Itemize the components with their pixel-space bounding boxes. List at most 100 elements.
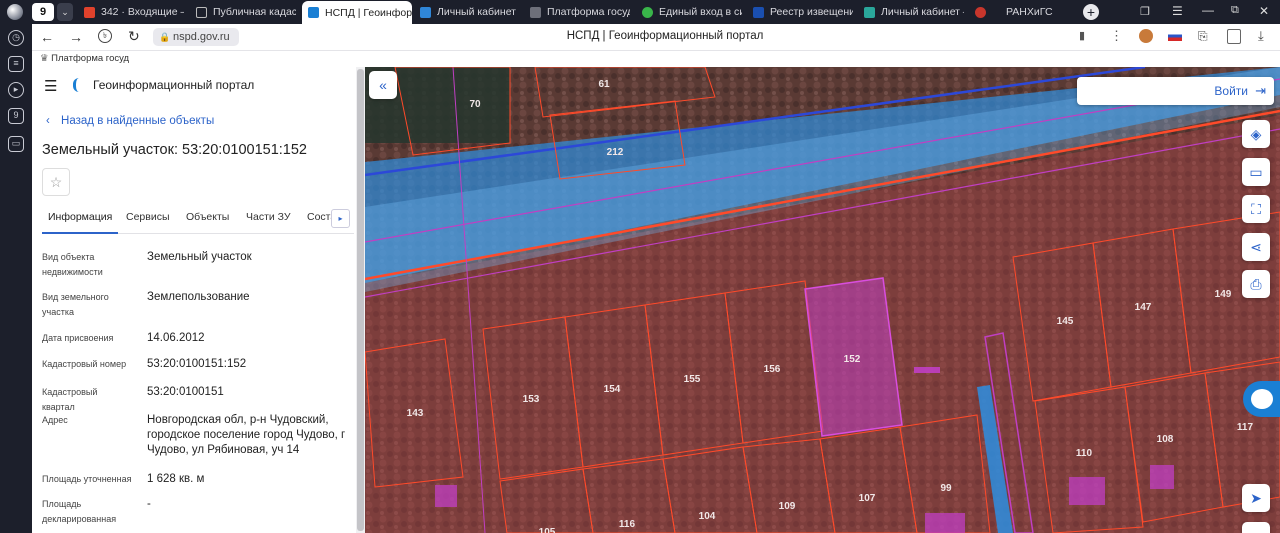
back-link-label: Назад в найденные объекты — [61, 115, 215, 127]
tabs-dropdown-icon[interactable]: ⌄ — [57, 3, 73, 21]
portal-title: Геоинформационный портал — [93, 78, 255, 92]
tab-count-badge[interactable]: 9 — [32, 3, 54, 21]
parcel-label: 61 — [598, 79, 610, 90]
layers-icon: ◈ — [1250, 125, 1262, 142]
tab-single-entry[interactable]: Единый вход в систе — [642, 2, 742, 22]
browser-tab-bar: 9 ⌄ 342 · Входящие — Я Публичная кадастр… — [0, 0, 1280, 24]
object-title: Земельный участок: 53:20:0100151:152 — [42, 142, 307, 158]
close-window-icon[interactable]: ✕ — [1259, 4, 1269, 18]
chevron-left-icon: ‹ — [46, 115, 50, 127]
chat-support-button[interactable] — [1243, 381, 1280, 417]
browser-side-rail: ◷ ≡ ▸ 9 ▭ — [0, 24, 32, 533]
zoom-button[interactable] — [1242, 522, 1270, 533]
tabs-scroll-right-button[interactable]: ▸ — [331, 209, 350, 228]
parcel-label: 143 — [407, 408, 424, 419]
forward-icon[interactable]: → — [69, 29, 83, 45]
panel-scrollbar[interactable] — [356, 67, 365, 533]
hamburger-icon[interactable]: ☰ — [44, 77, 57, 95]
bookmarks-bar: ♛ Платформа госуд — [32, 51, 1280, 67]
tab-mail[interactable]: 342 · Входящие — Я — [84, 2, 184, 22]
parcel-label: 145 — [1057, 316, 1074, 327]
field-label: Кадастровый номер — [42, 359, 127, 369]
map-canvas[interactable]: 70 61 212 145 147 149 143 153 154 155 15… — [365, 67, 1280, 533]
parcel-label: 154 — [604, 384, 621, 395]
navigate-icon: ➤ — [1250, 489, 1262, 506]
restore-icon[interactable]: ⧉ — [1231, 4, 1239, 17]
layers-button[interactable]: ◈ — [1242, 120, 1270, 148]
tab-registry[interactable]: Реестр извещений — [753, 2, 853, 22]
tab-label: Платформа государ — [547, 6, 630, 18]
print-button[interactable]: ⎙ — [1242, 270, 1270, 298]
registry-icon — [753, 6, 764, 18]
parcel-label: 70 — [469, 99, 481, 110]
cabinet-icon — [420, 6, 431, 18]
tab-ranepa[interactable]: РАНХиГС — [975, 2, 1075, 22]
tab-label: Публичная кадастр — [213, 6, 296, 18]
download-icon[interactable]: ⤓ — [1258, 28, 1264, 44]
tab-information[interactable]: Информация — [42, 211, 119, 234]
share-button[interactable]: ⋖ — [1242, 233, 1270, 261]
tab-nspd[interactable]: НСПД | Геоинфор✕ — [302, 1, 412, 24]
play-icon[interactable]: ▸ — [8, 82, 24, 98]
browser-logo-icon[interactable] — [7, 4, 23, 20]
tab-label: Личный кабинет — [437, 6, 516, 18]
protect-icon[interactable]: ৳ — [98, 29, 112, 43]
tab-label: Личный кабинет — — [881, 6, 964, 18]
tab-label: НСПД | Геоинфор — [325, 6, 412, 19]
portal-logo-icon — [73, 78, 85, 92]
locate-button[interactable]: ➤ — [1242, 484, 1270, 512]
more-icon[interactable]: ⋮ — [1110, 28, 1123, 44]
bookmark-icon[interactable]: ▮ — [1079, 29, 1085, 42]
parcel-label: 212 — [607, 147, 624, 158]
tab-label: РАНХиГС — [1006, 6, 1053, 18]
field-label: Площадь уточненная — [42, 474, 132, 484]
cadastral-map[interactable]: 70 61 212 145 147 149 143 153 154 155 15… — [365, 67, 1280, 533]
reload-icon[interactable]: ↻ — [128, 28, 140, 45]
tab-objects[interactable]: Объекты — [186, 211, 229, 223]
page-icon — [196, 6, 207, 18]
tab-cadastral[interactable]: Публичная кадастр — [196, 2, 296, 22]
tab-services[interactable]: Сервисы — [126, 211, 170, 223]
favorite-button[interactable]: ☆ — [42, 168, 70, 196]
menu-icon[interactable]: ☰ — [1172, 4, 1183, 18]
collections-icon[interactable]: ❐ — [1140, 5, 1150, 18]
lock-icon: 🔒 — [159, 32, 171, 42]
tab-counter-icon[interactable]: 9 — [8, 108, 24, 124]
emblem-icon: ♛ — [40, 53, 49, 64]
history-icon[interactable]: ◷ — [8, 30, 24, 46]
devices-icon[interactable]: ▭ — [8, 136, 24, 152]
back-icon[interactable]: ← — [40, 29, 54, 45]
tab-cabinet-2[interactable]: Личный кабинет — — [864, 2, 964, 22]
extension-avatar-icon[interactable] — [1139, 29, 1153, 43]
tab-parts[interactable]: Части ЗУ — [246, 211, 291, 223]
login-bar[interactable]: Войти ⇥ — [1077, 77, 1274, 105]
notes-icon[interactable]: ≡ — [8, 56, 24, 72]
parcel-label: 155 — [684, 374, 701, 385]
scrollbar-thumb[interactable] — [357, 69, 364, 531]
tab-cabinet[interactable]: Личный кабинет — [420, 2, 520, 22]
parcel-label: 152 — [844, 354, 861, 365]
pdf-extension-icon[interactable] — [1227, 29, 1241, 44]
bookmark-item[interactable]: ♛ Платформа госуд — [40, 53, 129, 64]
field-value: - — [147, 498, 151, 510]
parcel-label: 108 — [1157, 434, 1174, 445]
login-icon: ⇥ — [1255, 83, 1266, 98]
ruler-button[interactable]: ▭ — [1242, 158, 1270, 186]
nspd-icon — [308, 7, 319, 18]
flag-icon[interactable] — [1168, 31, 1182, 41]
mail-icon — [84, 6, 95, 18]
field-label: Адрес — [42, 415, 68, 425]
tab-platform[interactable]: Платформа государ — [530, 2, 630, 22]
info-tabs: Информация Сервисы Объекты Части ЗУ Сост… — [42, 209, 354, 234]
new-tab-icon[interactable]: + — [1083, 4, 1099, 20]
collapse-panel-button[interactable]: « — [369, 71, 397, 99]
gosuslugi-icon — [642, 6, 653, 18]
translate-icon[interactable]: ⎘ — [1198, 29, 1208, 44]
star-icon: ☆ — [49, 174, 63, 190]
minimize-icon[interactable]: — — [1202, 3, 1214, 17]
url-field[interactable]: 🔒 nspd.gov.ru — [153, 28, 239, 46]
back-link[interactable]: ‹ Назад в найденные объекты — [46, 115, 214, 127]
area-select-button[interactable]: ⛶ — [1242, 195, 1270, 223]
tab-label: Единый вход в систе — [659, 6, 742, 18]
parcel-label: 147 — [1135, 302, 1152, 313]
